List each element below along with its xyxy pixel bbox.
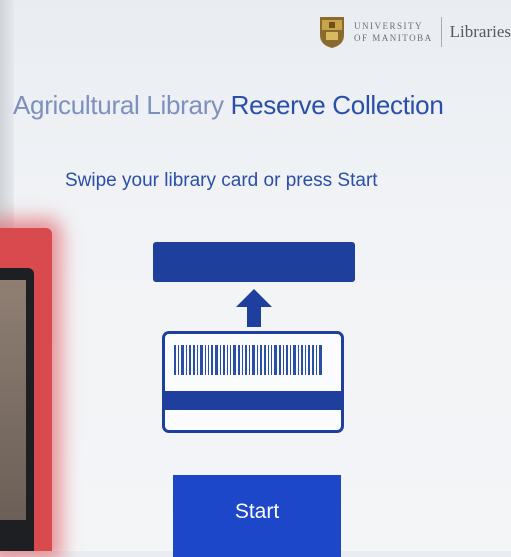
page-title-part-1: Agricultural Library <box>13 90 224 120</box>
barcode-bar <box>238 345 240 375</box>
barcode-bar <box>223 345 225 375</box>
barcode-bar <box>200 345 203 375</box>
barcode-bar <box>308 345 310 375</box>
barcode-bar <box>301 345 303 375</box>
barcode-bar <box>286 345 288 375</box>
barcode-bar <box>249 345 250 375</box>
barcode-bar <box>174 345 176 375</box>
barcode-bar <box>233 345 236 375</box>
barcode-bar <box>189 345 191 375</box>
barcode-bar <box>242 345 243 375</box>
barcode-bar <box>293 345 296 375</box>
barcode <box>174 345 334 375</box>
university-line-2: of Manitoba <box>354 33 433 43</box>
libraries-label: Libraries <box>449 22 511 41</box>
barcode-bar <box>245 345 247 375</box>
page-title-part-2: Reserve Collection <box>223 90 444 120</box>
barcode-bar <box>312 345 314 375</box>
barcode-bar <box>316 345 317 375</box>
barcode-bar <box>257 345 258 375</box>
university-logo: University of Manitoba Libraries <box>318 12 511 52</box>
barcode-bar <box>264 345 266 375</box>
barcode-bar <box>290 345 291 375</box>
barcode-bar <box>181 345 184 375</box>
barcode-bar <box>268 345 269 375</box>
barcode-bar <box>260 345 262 375</box>
magnetic-stripe <box>165 391 341 410</box>
logo-divider <box>440 17 442 47</box>
barcode-bar <box>271 345 272 375</box>
barcode-bar <box>208 345 209 375</box>
barcode-bar <box>193 345 195 375</box>
barcode-bar <box>274 345 277 375</box>
side-device-screen <box>0 280 26 520</box>
library-card-icon <box>162 331 344 433</box>
side-device-frame <box>0 268 34 551</box>
barcode-bar <box>178 345 179 375</box>
university-name: University of Manitoba <box>354 20 433 44</box>
side-device <box>0 228 52 551</box>
barcode-bar <box>252 345 255 375</box>
barcode-bar <box>220 345 221 375</box>
barcode-bar <box>186 345 187 375</box>
page-title: Agricultural Library Reserve Collection <box>13 90 444 121</box>
barcode-bar <box>319 345 322 375</box>
university-crest-icon <box>320 17 345 48</box>
barcode-bar <box>227 345 228 375</box>
barcode-bar <box>211 345 213 375</box>
start-button[interactable]: Start <box>173 475 341 557</box>
arrow-up-icon <box>236 289 272 327</box>
barcode-bar <box>205 345 206 375</box>
barcode-bar <box>279 345 281 375</box>
barcode-bar <box>197 345 198 375</box>
card-reader-slot-icon <box>153 242 355 282</box>
university-line-1: University <box>354 21 424 31</box>
barcode-bar <box>298 345 299 375</box>
instruction-text: Swipe your library card or press Start <box>65 170 378 191</box>
barcode-bar <box>305 345 306 375</box>
barcode-bar <box>230 345 231 375</box>
barcode-bar <box>215 345 218 375</box>
barcode-bar <box>283 345 284 375</box>
